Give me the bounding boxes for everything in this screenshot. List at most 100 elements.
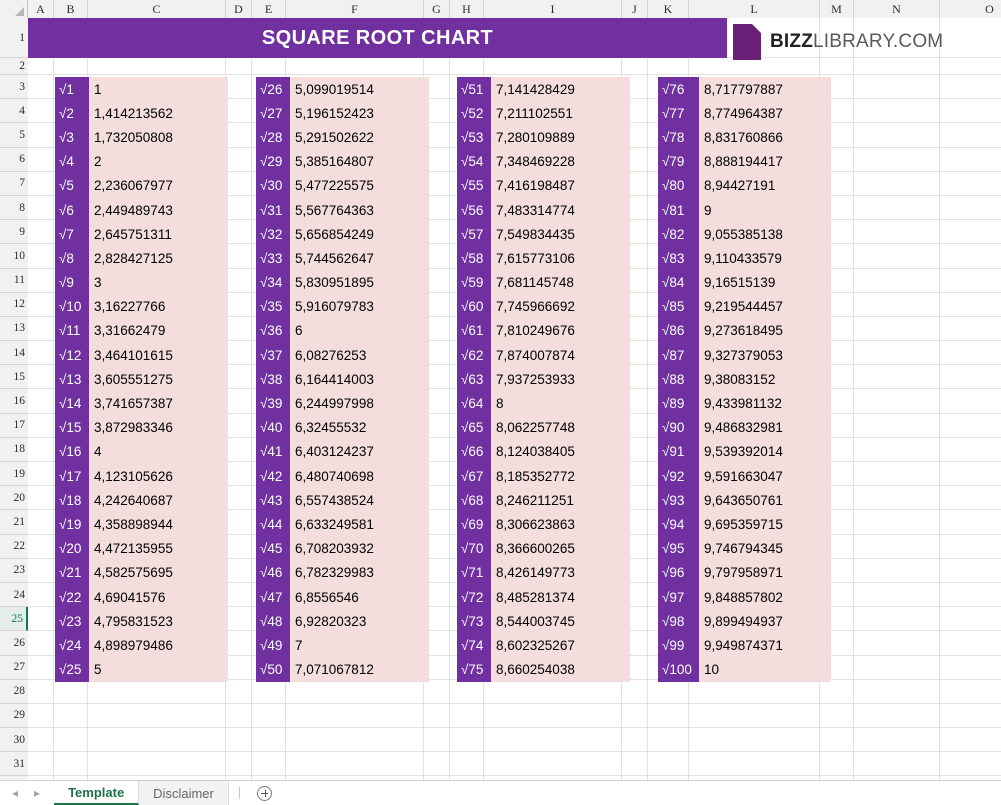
cell-F31[interactable] — [286, 752, 424, 777]
cell-A29[interactable] — [28, 703, 54, 729]
cell-O21[interactable] — [940, 510, 1001, 535]
cell-O15[interactable] — [940, 365, 1001, 390]
sqrt-label-cell[interactable]: √62 — [457, 343, 491, 368]
sqrt-value-cell[interactable]: 3,872983346 — [89, 415, 228, 440]
cell-N17[interactable] — [854, 413, 940, 438]
sqrt-value-cell[interactable]: 3,16227766 — [89, 294, 228, 319]
sqrt-label-cell[interactable]: √72 — [457, 584, 491, 610]
table-row[interactable]: √69 8,306623863 — [457, 512, 630, 537]
cell-O24[interactable] — [940, 583, 1001, 608]
cell-H28[interactable] — [450, 679, 484, 704]
sqrt-value-cell[interactable]: 7,745966692 — [491, 294, 630, 319]
sqrt-label-cell[interactable]: √31 — [256, 197, 290, 223]
table-row[interactable]: √92 9,591663047 — [658, 464, 831, 489]
sqrt-value-cell[interactable]: 8,246211251 — [491, 488, 630, 513]
cell-D6[interactable] — [226, 147, 252, 172]
sqrt-value-cell[interactable]: 7,141428429 — [491, 77, 630, 102]
cell-E30[interactable] — [252, 728, 286, 753]
sqrt-value-cell[interactable]: 6,92820323 — [290, 609, 429, 634]
cell-D29[interactable] — [226, 703, 252, 729]
sqrt-label-cell[interactable]: √11 — [55, 318, 89, 344]
cell-B29[interactable] — [54, 703, 88, 729]
cell-C2[interactable] — [88, 58, 226, 75]
sqrt-label-cell[interactable]: √60 — [457, 294, 491, 319]
table-row[interactable]: √90 9,486832981 — [658, 415, 831, 440]
table-row[interactable]: √8 2,828427125 — [55, 246, 228, 271]
cell-A10[interactable] — [28, 244, 54, 269]
cell-N14[interactable] — [854, 341, 940, 366]
column-header-j[interactable]: J — [622, 0, 648, 18]
row-header-23[interactable]: 23 — [0, 558, 28, 583]
sqrt-value-cell[interactable]: 9,486832981 — [699, 415, 831, 440]
cell-A22[interactable] — [28, 534, 54, 559]
cell-D30[interactable] — [226, 728, 252, 753]
cell-G28[interactable] — [424, 679, 450, 704]
sqrt-label-cell[interactable]: √64 — [457, 391, 491, 416]
sqrt-value-cell[interactable]: 4,898979486 — [89, 633, 228, 658]
sqrt-value-cell[interactable]: 4 — [89, 439, 228, 464]
table-row[interactable]: √80 8,94427191 — [658, 173, 831, 198]
table-row[interactable]: √74 8,602325267 — [457, 633, 630, 658]
table-row[interactable]: √14 3,741657387 — [55, 391, 228, 416]
table-row[interactable]: √59 7,681145748 — [457, 270, 630, 295]
cell-N8[interactable] — [854, 195, 940, 221]
sqrt-label-cell[interactable]: √81 — [658, 197, 699, 223]
table-row[interactable]: √84 9,16515139 — [658, 270, 831, 295]
sqrt-label-cell[interactable]: √3 — [55, 125, 89, 150]
sqrt-value-cell[interactable]: 4,582575695 — [89, 560, 228, 585]
sqrt-label-cell[interactable]: √51 — [457, 77, 491, 102]
cell-N4[interactable] — [854, 99, 940, 124]
row-header-10[interactable]: 10 — [0, 244, 28, 269]
cell-D5[interactable] — [226, 123, 252, 148]
cell-D7[interactable] — [226, 171, 252, 196]
table-row[interactable]: √7 2,645751311 — [55, 222, 228, 247]
sqrt-value-cell[interactable]: 8,062257748 — [491, 415, 630, 440]
table-row[interactable]: √22 4,69041576 — [55, 584, 228, 610]
cell-N21[interactable] — [854, 510, 940, 535]
cell-O9[interactable] — [940, 220, 1001, 245]
sqrt-label-cell[interactable]: √2 — [55, 101, 89, 126]
cell-B31[interactable] — [54, 752, 88, 777]
sqrt-value-cell[interactable]: 6,8556546 — [290, 584, 429, 610]
sqrt-value-cell[interactable]: 9,797958971 — [699, 560, 831, 585]
sqrt-label-cell[interactable]: √71 — [457, 560, 491, 585]
table-row[interactable]: √9 3 — [55, 270, 228, 295]
sqrt-value-cell[interactable]: 5,567764363 — [290, 197, 429, 223]
sqrt-label-cell[interactable]: √12 — [55, 343, 89, 368]
cell-C31[interactable] — [88, 752, 226, 777]
table-row[interactable]: √2 1,414213562 — [55, 101, 228, 126]
cell-E31[interactable] — [252, 752, 286, 777]
cell-O30[interactable] — [940, 728, 1001, 753]
cell-O12[interactable] — [940, 293, 1001, 317]
cell-K28[interactable] — [648, 679, 689, 704]
cell-A18[interactable] — [28, 437, 54, 462]
cell-A24[interactable] — [28, 582, 54, 608]
sqrt-value-cell[interactable]: 7,071067812 — [290, 657, 429, 682]
table-row[interactable]: √63 7,937253933 — [457, 367, 630, 392]
sqrt-label-cell[interactable]: √25 — [55, 657, 89, 682]
table-row[interactable]: √27 5,196152423 — [256, 101, 429, 126]
sqrt-label-cell[interactable]: √99 — [658, 633, 699, 658]
table-row[interactable]: √82 9,055385138 — [658, 222, 831, 247]
sqrt-label-cell[interactable]: √19 — [55, 512, 89, 537]
cell-N10[interactable] — [854, 244, 940, 269]
sqrt-value-cell[interactable]: 3,31662479 — [89, 318, 228, 344]
cell-N12[interactable] — [854, 292, 940, 317]
select-all-corner[interactable] — [0, 0, 28, 18]
cell-A7[interactable] — [28, 171, 54, 196]
sqrt-label-cell[interactable]: √24 — [55, 633, 89, 658]
sqrt-value-cell[interactable]: 2,828427125 — [89, 246, 228, 271]
table-row[interactable]: √21 4,582575695 — [55, 560, 228, 585]
sqrt-value-cell[interactable]: 6,557438524 — [290, 488, 429, 513]
sqrt-label-cell[interactable]: √82 — [658, 222, 699, 247]
cell-N23[interactable] — [854, 558, 940, 583]
sqrt-label-cell[interactable]: √56 — [457, 197, 491, 223]
table-row[interactable]: √58 7,615773106 — [457, 246, 630, 271]
cell-N22[interactable] — [854, 534, 940, 559]
table-row[interactable]: √37 6,08276253 — [256, 343, 429, 368]
table-row[interactable]: √4 2 — [55, 149, 228, 174]
sqrt-label-cell[interactable]: √87 — [658, 343, 699, 368]
sqrt-label-cell[interactable]: √90 — [658, 415, 699, 440]
table-row[interactable]: √96 9,797958971 — [658, 560, 831, 585]
sqrt-label-cell[interactable]: √30 — [256, 173, 290, 198]
